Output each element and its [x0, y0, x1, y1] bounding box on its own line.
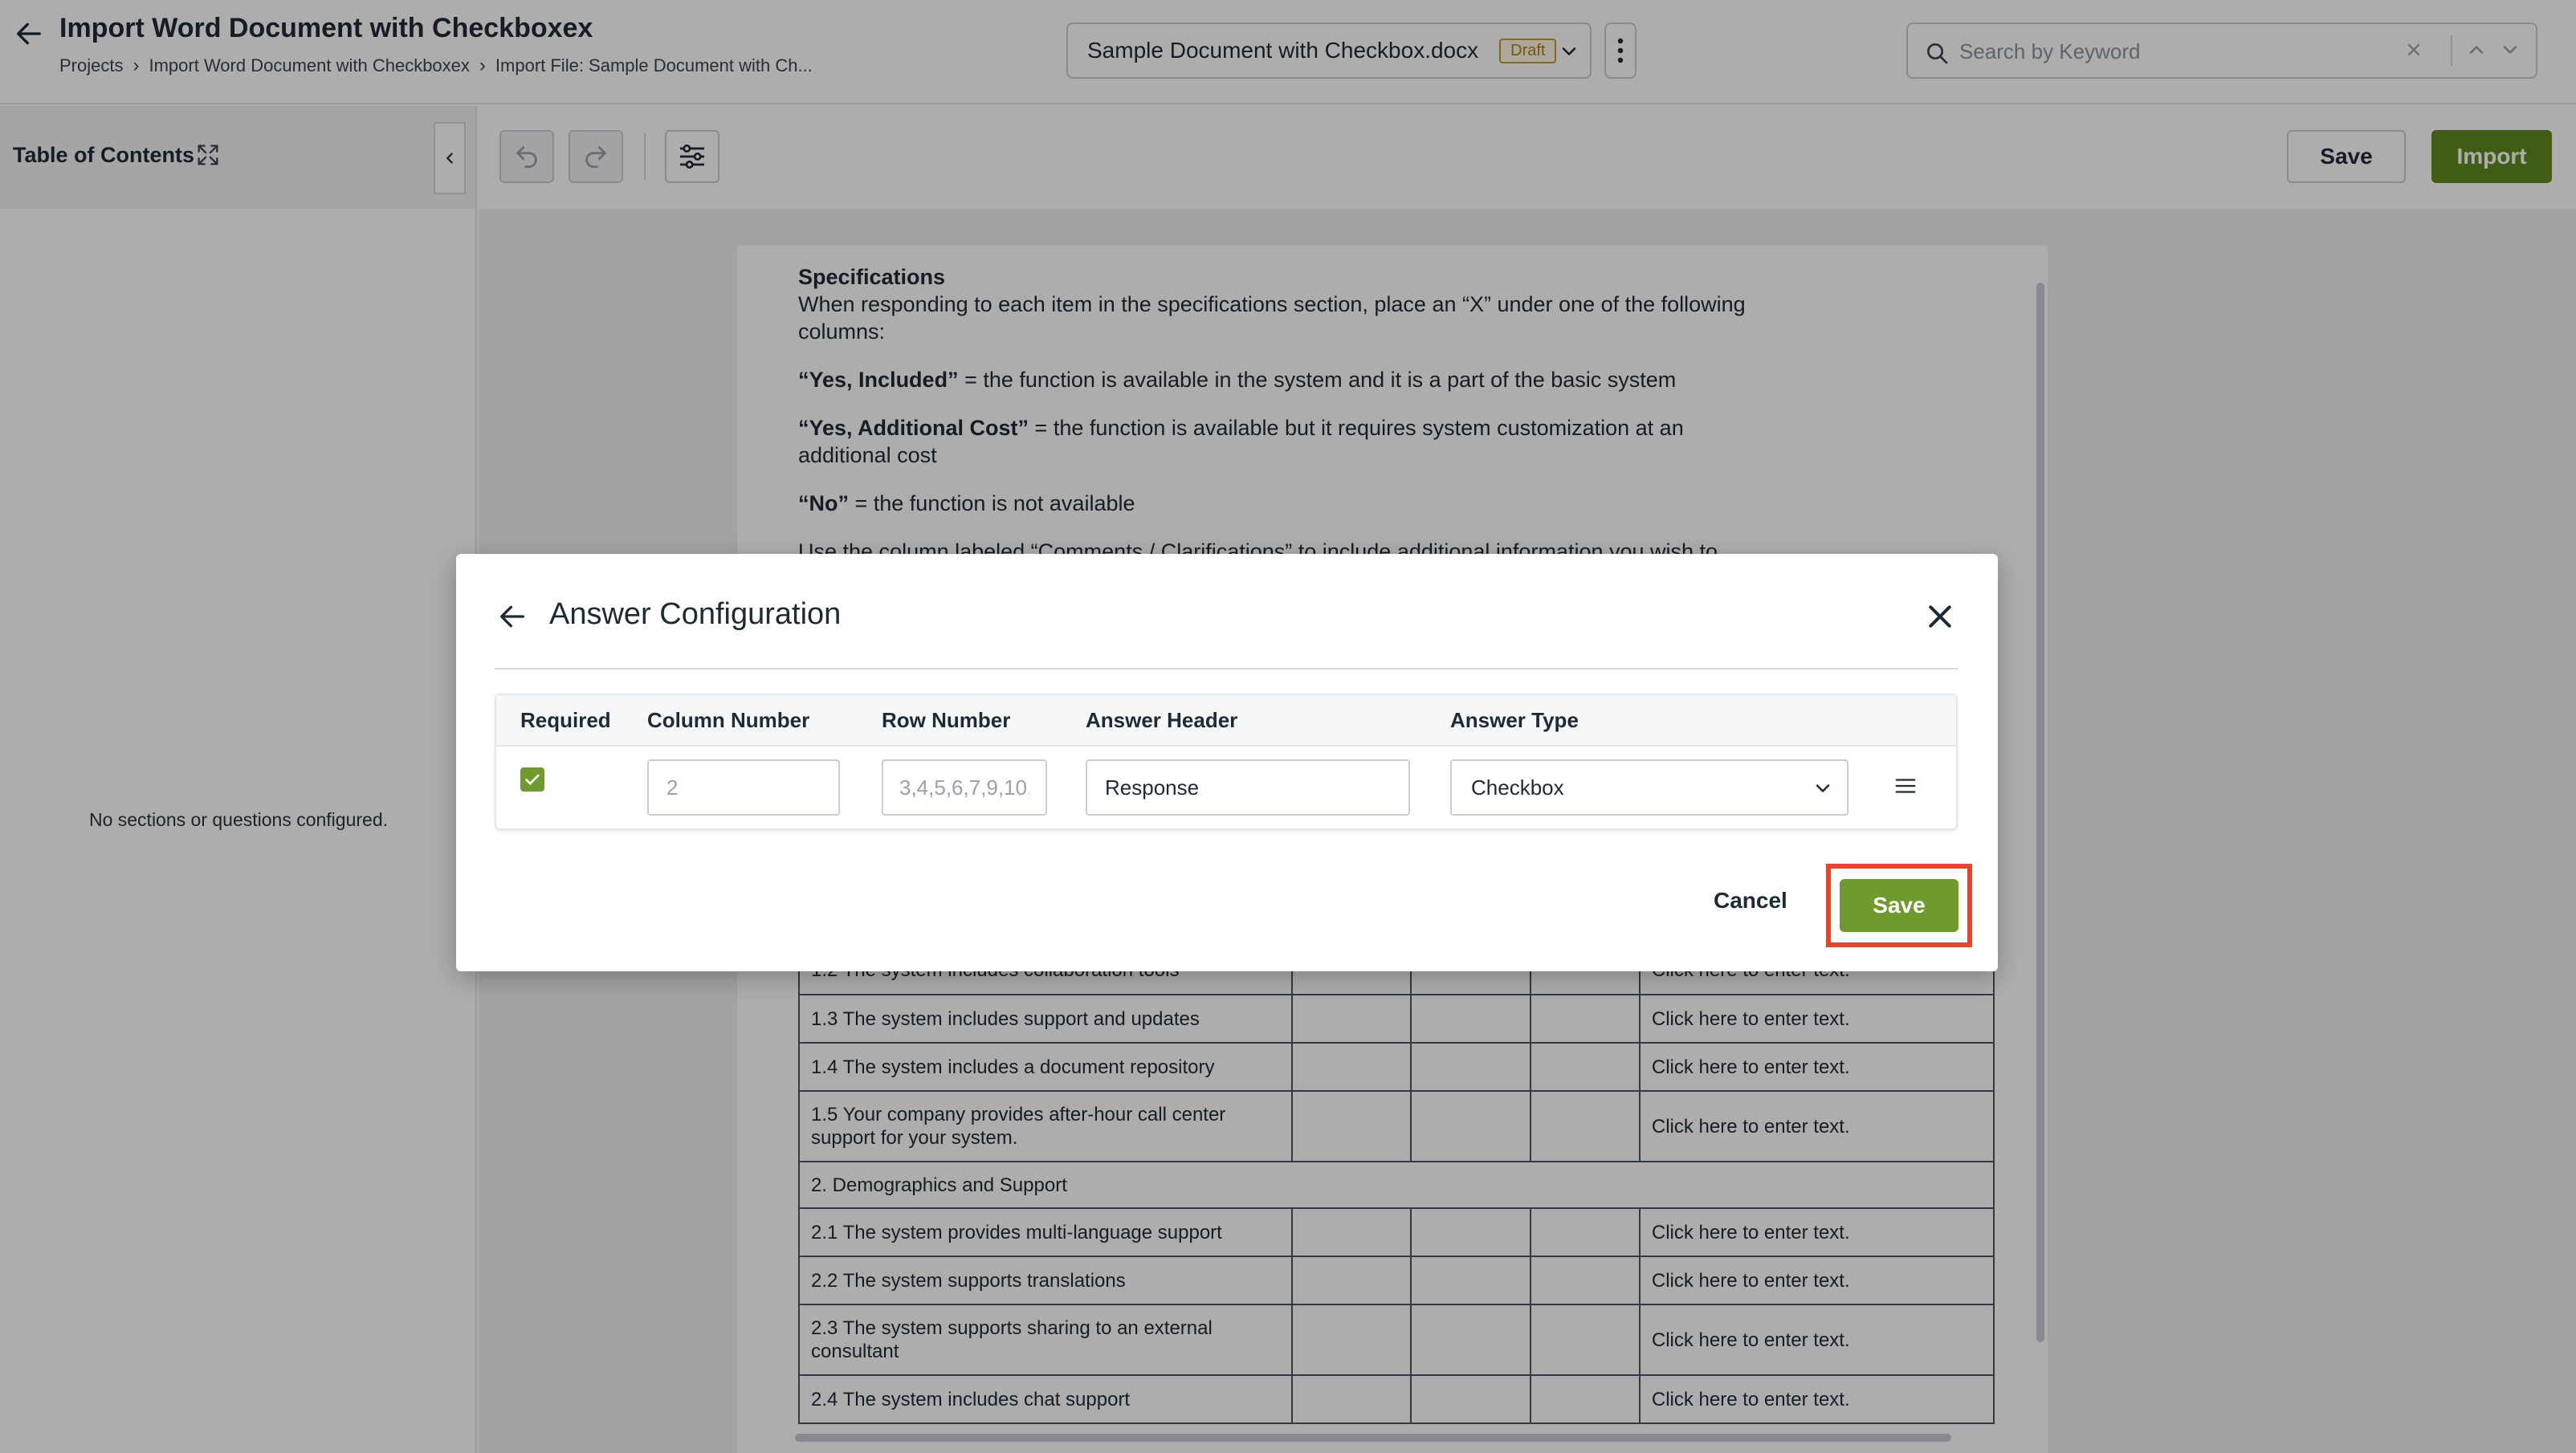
back-arrow-icon[interactable] [496, 600, 528, 633]
save-button-highlight: Save [1826, 864, 1972, 947]
header-row-number: Row Number [882, 708, 1011, 732]
row-number-input[interactable] [882, 759, 1047, 816]
chevron-down-icon [1816, 784, 1830, 792]
header-answer-header: Answer Header [1086, 708, 1238, 732]
dialog-save-button[interactable]: Save [1840, 879, 1958, 932]
dialog-title: Answer Configuration [549, 597, 842, 631]
header-column-number: Column Number [647, 708, 810, 732]
drag-handle-icon[interactable] [1893, 774, 1918, 798]
answer-type-select[interactable]: Checkbox [1450, 759, 1848, 816]
header-required: Required [520, 708, 611, 732]
column-number-input[interactable] [647, 759, 840, 816]
close-icon[interactable] [1924, 600, 1956, 633]
checkmark-icon [525, 774, 540, 785]
header-answer-type: Answer Type [1450, 708, 1579, 732]
answer-config-table: Required Column Number Row Number Answer… [495, 694, 1958, 830]
answer-type-value: Checkbox [1471, 775, 1564, 800]
config-table-header: Required Column Number Row Number Answer… [496, 695, 1956, 747]
dialog-divider [495, 668, 1958, 670]
required-checkbox[interactable] [520, 767, 544, 792]
answer-header-input[interactable] [1086, 759, 1410, 816]
cancel-button[interactable]: Cancel [1714, 888, 1787, 914]
